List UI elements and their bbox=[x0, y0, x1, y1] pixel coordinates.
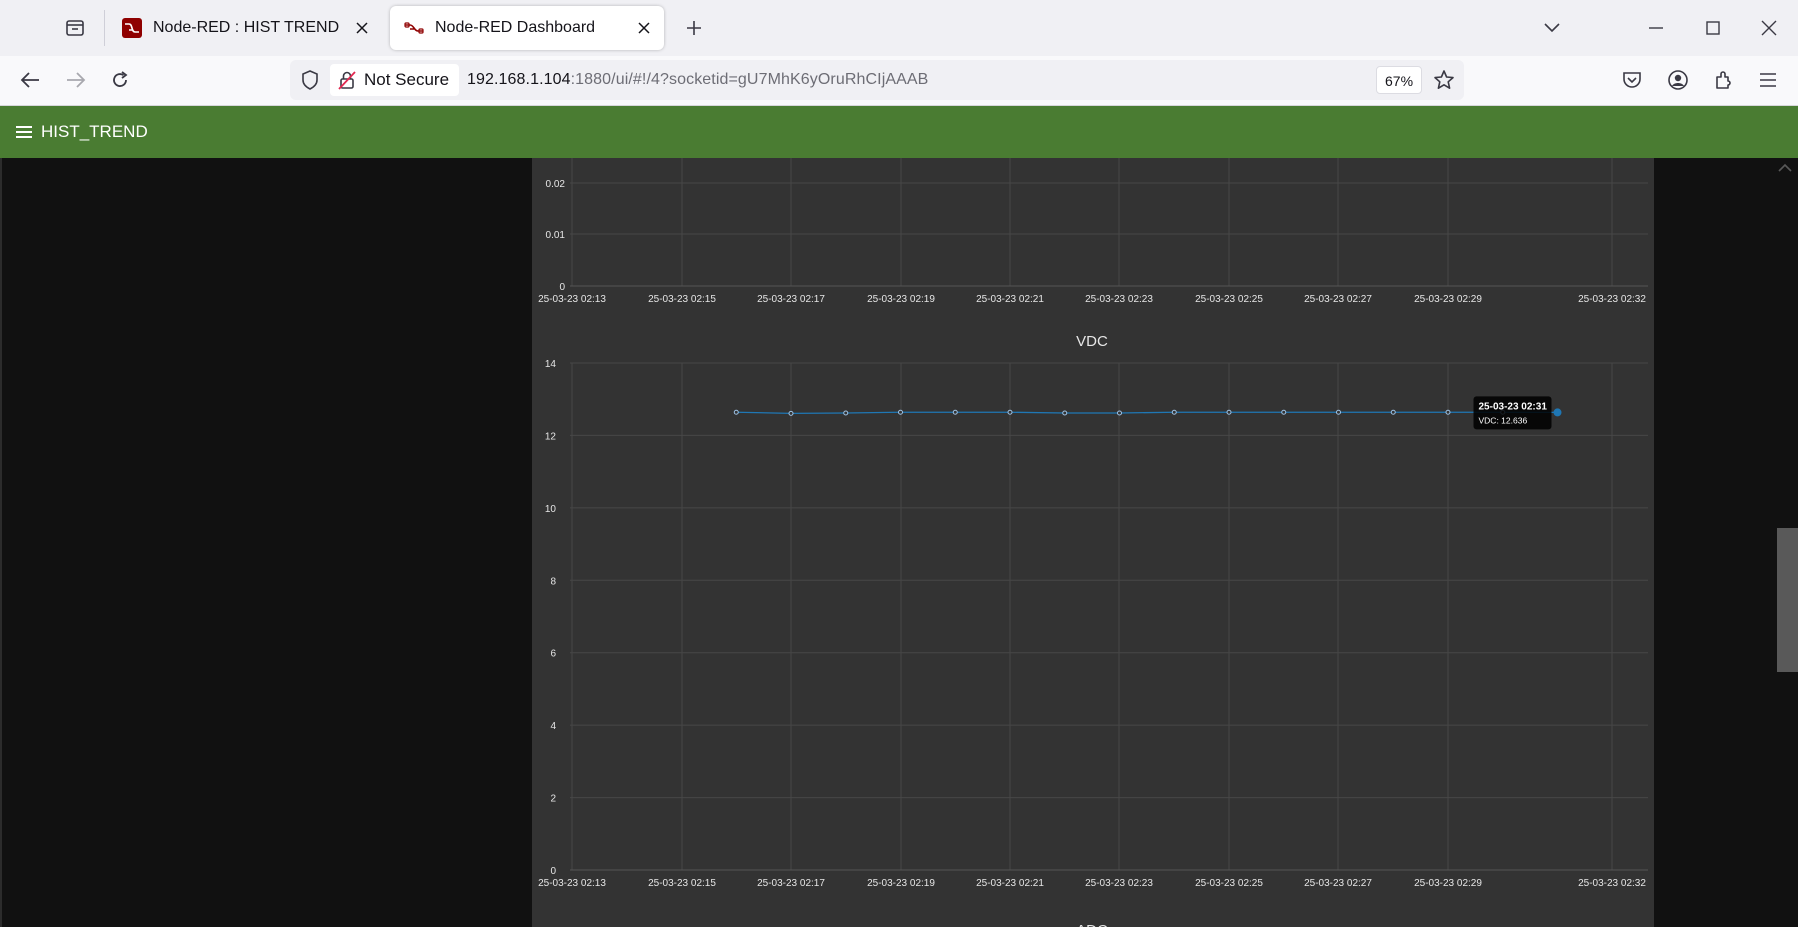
chart-title: ADC bbox=[1076, 922, 1108, 927]
minimize-icon[interactable] bbox=[1640, 12, 1672, 44]
dashboard-content: 0.02 0.01 0 25-03-23 02:13 25-03-23 02:15 25-… bbox=[0, 158, 1798, 927]
tooltip-body: VDC: 12.636 bbox=[1479, 415, 1528, 425]
tab-node-red-dashboard[interactable]: Node-RED Dashboard bbox=[390, 6, 664, 50]
x-tick-label: 25-03-23 02:19 bbox=[867, 294, 935, 305]
x-tick-label: 25-03-23 02:27 bbox=[1304, 294, 1372, 305]
data-point bbox=[1117, 410, 1122, 416]
reload-icon[interactable] bbox=[104, 64, 136, 96]
chart-group-card: 0.02 0.01 0 25-03-23 02:13 25-03-23 02:15 25-… bbox=[532, 158, 1654, 927]
y-tick-label: 12 bbox=[545, 431, 557, 442]
y-tick-label: 0.01 bbox=[546, 230, 566, 241]
data-point bbox=[1281, 409, 1287, 415]
y-tick-label: 2 bbox=[550, 794, 556, 805]
node-red-favicon-icon bbox=[404, 22, 424, 34]
x-tick-label: 25-03-23 02:23 bbox=[1085, 878, 1153, 889]
x-tick-label: 25-03-23 02:15 bbox=[648, 878, 716, 889]
dashboard-title: HIST_TREND bbox=[41, 122, 148, 141]
not-secure-indicator[interactable]: Not Secure bbox=[330, 64, 460, 96]
tooltip-title: 25-03-23 02:31 bbox=[1479, 401, 1548, 412]
x-tick-label: 25-03-23 02:15 bbox=[648, 294, 716, 305]
forward-arrow-icon[interactable] bbox=[60, 64, 92, 96]
y-tick-label: 0.02 bbox=[546, 179, 566, 190]
url-path: :1880/ui/#!/4?socketid=gU7MhK6yOruRhCIjA… bbox=[570, 71, 929, 88]
back-arrow-icon[interactable] bbox=[14, 64, 46, 96]
data-point bbox=[1336, 409, 1341, 415]
scroll-up-arrow-icon[interactable] bbox=[1776, 161, 1794, 175]
x-tick-label: 25-03-23 02:27 bbox=[1304, 878, 1372, 889]
chart-adc: ADC bbox=[1076, 922, 1108, 927]
data-point bbox=[733, 409, 739, 415]
bookmark-star-icon[interactable] bbox=[1430, 66, 1458, 94]
chart-tooltip: 25-03-23 02:31 VDC: 12.636 bbox=[1473, 396, 1552, 430]
y-tick-label: 8 bbox=[550, 576, 556, 587]
x-tick-label: 25-03-23 02:13 bbox=[538, 294, 606, 305]
x-tick-label: 25-03-23 02:23 bbox=[1085, 294, 1153, 305]
url-text[interactable]: 192.168.1.104:1880/ui/#!/4?socketid=gU7M… bbox=[467, 60, 928, 100]
list-all-tabs-icon[interactable] bbox=[1536, 12, 1568, 44]
data-point bbox=[1553, 408, 1562, 417]
close-tab-icon[interactable] bbox=[630, 14, 658, 42]
x-tick-label: 25-03-23 02:21 bbox=[976, 878, 1044, 889]
app-menu-icon[interactable] bbox=[1752, 64, 1784, 96]
x-tick-label: 25-03-23 02:13 bbox=[538, 878, 606, 889]
y-tick-label: 14 bbox=[545, 359, 557, 370]
scrollbar-thumb[interactable] bbox=[1777, 528, 1798, 672]
tab-divider bbox=[104, 10, 105, 46]
url-host: 192.168.1.104 bbox=[467, 71, 571, 88]
close-window-icon[interactable] bbox=[1753, 12, 1785, 44]
series-line-vdc bbox=[736, 411, 1558, 414]
address-bar[interactable]: Not Secure 192.168.1.104:1880/ui/#!/4?so… bbox=[290, 60, 1464, 100]
maximize-icon[interactable] bbox=[1697, 12, 1729, 44]
tab-node-red-hist-trend[interactable]: Node-RED : HIST TREND bbox=[108, 6, 382, 50]
firefox-view-icon[interactable] bbox=[62, 16, 88, 40]
y-tick-label: 4 bbox=[550, 721, 556, 732]
chart-previous: 0.02 0.01 025-03-23 02:13 25-03-23 02:15 25-… bbox=[538, 158, 1648, 305]
zoom-level-button[interactable]: 67% bbox=[1376, 66, 1423, 94]
charts-canvas: 0.020.01025-03-23 02:13 25-03-23 02:15 25-… bbox=[538, 158, 1648, 927]
tracking-protection-shield-icon[interactable] bbox=[298, 68, 322, 92]
data-point bbox=[1171, 409, 1177, 415]
data-point bbox=[843, 410, 849, 416]
navigation-bar: Not Secure 192.168.1.104:1880/ui/#!/4?so… bbox=[0, 56, 1798, 106]
x-tick-label: 25-03-23 02:21 bbox=[976, 294, 1044, 305]
data-point bbox=[1390, 409, 1396, 415]
dashboard-toolbar: HIST_TREND bbox=[0, 106, 1798, 158]
tab-title: Node-RED : HIST TREND bbox=[153, 19, 340, 36]
insecure-lock-icon bbox=[338, 71, 356, 90]
chart-vdc: VDC 14 12 10 8 6 4 2 025-03-23 02:13 25-03-23 02:… bbox=[538, 333, 1648, 889]
x-tick-label: 25-03-23 02:19 bbox=[867, 878, 935, 889]
tab-bar: Node-RED : HIST TREND Node-RED Dashboard bbox=[0, 0, 1798, 56]
data-point bbox=[1226, 409, 1232, 415]
y-tick-label: 0 bbox=[559, 282, 565, 293]
pocket-icon[interactable] bbox=[1616, 64, 1648, 96]
x-tick-label: 25-03-23 02:32 bbox=[1578, 294, 1646, 305]
x-tick-label: 25-03-23 02:25 bbox=[1195, 878, 1263, 889]
tab-title: Node-RED Dashboard bbox=[435, 19, 596, 36]
x-tick-label: 25-03-23 02:32 bbox=[1578, 878, 1646, 889]
x-tick-label: 25-03-23 02:29 bbox=[1414, 878, 1482, 889]
y-tick-label: 0 bbox=[550, 866, 556, 877]
x-tick-label: 25-03-23 02:29 bbox=[1414, 294, 1482, 305]
y-tick-label: 10 bbox=[545, 504, 557, 515]
left-edge bbox=[0, 158, 2, 927]
chart-title: VDC bbox=[1076, 333, 1108, 350]
data-point bbox=[1062, 410, 1068, 416]
x-tick-label: 25-03-23 02:17 bbox=[757, 878, 825, 889]
account-icon[interactable] bbox=[1662, 64, 1694, 96]
hamburger-menu-icon[interactable] bbox=[12, 120, 36, 144]
node-red-favicon-icon bbox=[122, 18, 142, 38]
data-point bbox=[952, 409, 958, 415]
data-point bbox=[1007, 409, 1013, 415]
data-point bbox=[788, 410, 794, 416]
extensions-icon[interactable] bbox=[1707, 64, 1739, 96]
not-secure-label: Not Secure bbox=[364, 70, 450, 89]
y-tick-label: 6 bbox=[550, 649, 556, 660]
x-tick-label: 25-03-23 02:25 bbox=[1195, 294, 1263, 305]
new-tab-icon[interactable] bbox=[680, 14, 708, 42]
x-tick-label: 25-03-23 02:17 bbox=[757, 294, 825, 305]
close-tab-icon[interactable] bbox=[348, 14, 376, 42]
data-point bbox=[1445, 409, 1451, 415]
data-point bbox=[898, 409, 903, 415]
